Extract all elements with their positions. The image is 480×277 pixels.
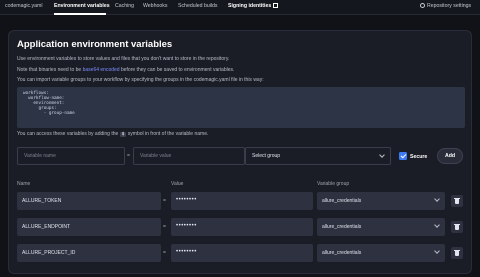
secure-label: Secure	[410, 154, 428, 160]
active-tab-indicator	[54, 13, 106, 15]
delete-variable-button[interactable]	[451, 221, 463, 233]
add-button[interactable]: Add	[437, 148, 463, 164]
variable-name-input[interactable]: Variable name	[17, 147, 125, 165]
trash-icon	[454, 223, 460, 230]
chevron-down-icon	[434, 196, 440, 202]
variable-name-cell: ALLURE_PROJECT_ID	[17, 244, 161, 262]
external-link-icon	[273, 3, 279, 8]
variable-group-select[interactable]: allure_credentials	[317, 244, 445, 262]
column-header-group: Variable group	[317, 181, 350, 187]
base64-encoded-link[interactable]: base64 encoded	[83, 67, 120, 73]
repository-settings-link[interactable]: Repository settings	[420, 3, 471, 9]
binaries-note: Note that binaries need to be base64 enc…	[17, 67, 234, 73]
dollar-symbol-badge: $	[119, 132, 127, 137]
equals-sign: =	[127, 153, 130, 159]
equals-sign: =	[163, 224, 166, 230]
settings-tab-bar: codemagic.yaml Environment variables Cac…	[0, 0, 480, 15]
group-select[interactable]: Select group	[245, 147, 391, 165]
group-select-value: Select group	[252, 153, 281, 159]
yaml-code-block: workflows: workflow-name: environment: g…	[17, 87, 465, 128]
tab-caching[interactable]: Caching	[115, 3, 134, 9]
variable-group-value: allure_credentials	[322, 250, 362, 256]
secure-checkbox[interactable]	[399, 152, 407, 160]
chevron-down-icon	[434, 222, 440, 228]
equals-sign: =	[163, 250, 166, 256]
variable-value-input[interactable]: Variable value	[133, 147, 245, 165]
variable-value-cell[interactable]: ••••••••	[171, 192, 313, 210]
variable-group-value: allure_credentials	[322, 224, 362, 230]
binaries-note-post: before they can be saved to environment …	[119, 67, 235, 73]
tab-codemagic-yaml[interactable]: codemagic.yaml	[5, 3, 42, 9]
column-header-value: Value	[171, 181, 184, 187]
intro-text: Use environment variables to store value…	[17, 56, 230, 62]
variable-group-value: allure_credentials	[322, 198, 362, 204]
tab-signing-identities[interactable]: Signing identities	[228, 3, 279, 9]
tab-environment-variables[interactable]: Environment variables	[54, 3, 110, 9]
delete-variable-button[interactable]	[451, 195, 463, 207]
import-note: You can import variable groups to your w…	[17, 77, 264, 83]
variable-name-cell: ALLURE_TOKEN	[17, 192, 161, 210]
gear-icon	[420, 3, 425, 8]
section-title: Application environment variables	[17, 39, 173, 50]
access-note-post: symbol in front of the variable name.	[127, 131, 209, 137]
column-header-name: Name	[17, 181, 31, 187]
variable-group-select[interactable]: allure_credentials	[317, 218, 445, 236]
repository-settings-label: Repository settings	[427, 3, 472, 9]
delete-variable-button[interactable]	[451, 247, 463, 259]
variable-group-select[interactable]: allure_credentials	[317, 192, 445, 210]
access-note: You can access these variables by adding…	[17, 131, 208, 137]
variable-name-cell: ALLURE_ENDPOINT	[17, 218, 161, 236]
access-note-pre: You can access these variables by adding…	[17, 131, 119, 137]
tab-webhooks[interactable]: Webhooks	[143, 3, 167, 9]
tab-scheduled-builds[interactable]: Scheduled builds	[178, 3, 218, 9]
trash-icon	[454, 197, 460, 204]
binaries-note-pre: Note that binaries need to be	[17, 67, 83, 73]
equals-sign: =	[163, 198, 166, 204]
tab-signing-identities-label: Signing identities	[228, 3, 272, 9]
chevron-down-icon	[379, 152, 385, 158]
variable-value-cell[interactable]: ••••••••	[171, 244, 313, 262]
chevron-down-icon	[434, 248, 440, 254]
environment-variables-card: Application environment variables Use en…	[8, 30, 472, 274]
variable-value-cell[interactable]: ••••••••	[171, 218, 313, 236]
trash-icon	[454, 249, 460, 256]
